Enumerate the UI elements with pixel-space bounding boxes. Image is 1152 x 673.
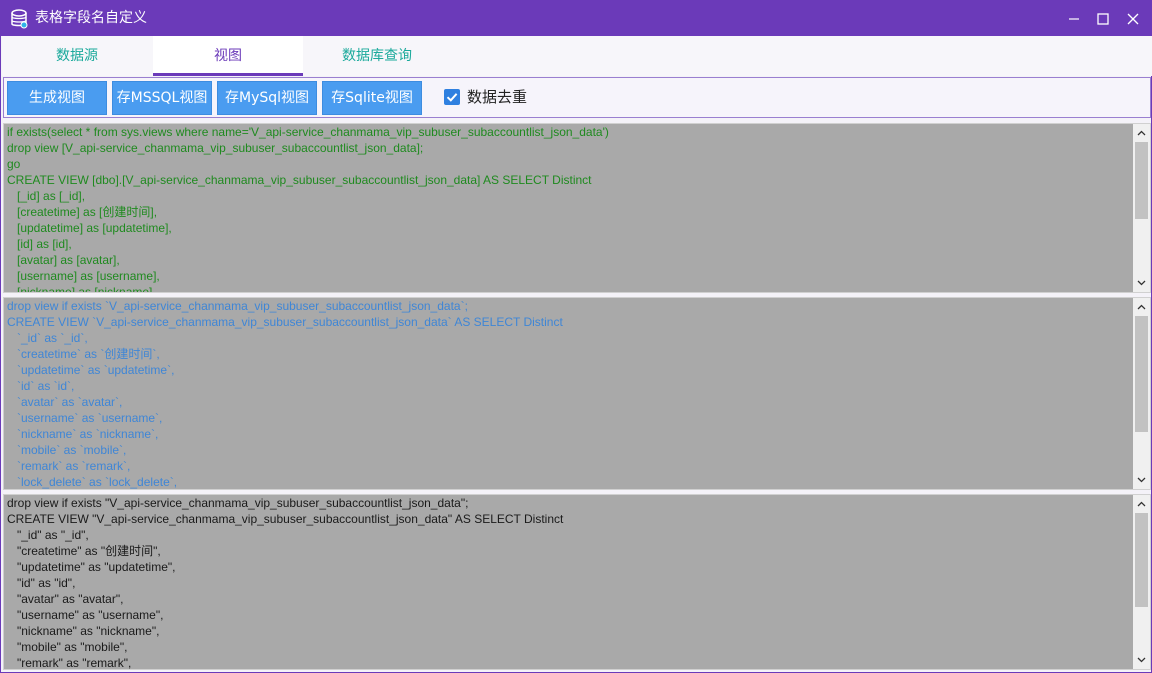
code-line: drop view [V_api-service_chanmama_vip_su… <box>7 141 424 155</box>
mssql-code-text[interactable]: if exists(select * from sys.views where … <box>7 124 1132 292</box>
mssql-scroll-thumb[interactable] <box>1135 142 1148 219</box>
tab-bar: 数据源 视图 数据库查询 <box>2 36 1152 76</box>
toolbar: 生成视图 存MSSQL视图 存MySql视图 存Sqlite视图 数据去重 <box>3 77 1151 118</box>
code-line: "mobile" as "mobile", <box>7 640 128 654</box>
app-window: 表格字段名自定义 数据源 视图 数据库查询 生成视图 存MSSQL视图 存MyS… <box>0 0 1152 673</box>
chevron-up-icon[interactable] <box>1133 125 1150 141</box>
code-line: "updatetime" as "updatetime", <box>7 560 176 574</box>
mysql-scrollbar[interactable] <box>1133 298 1150 489</box>
minimize-icon <box>1069 17 1079 20</box>
code-line: CREATE VIEW [dbo].[V_api-service_chanmam… <box>7 173 592 187</box>
code-line: drop view if exists "V_api-service_chanm… <box>7 496 469 510</box>
code-line: [createtime] as [创建时间], <box>7 205 158 219</box>
maximize-icon <box>1097 12 1109 25</box>
code-line: "remark" as "remark", <box>7 656 132 669</box>
close-icon <box>1127 13 1139 24</box>
sqlite-code-text[interactable]: drop view if exists "V_api-service_chanm… <box>7 495 1132 669</box>
chevron-down-icon[interactable] <box>1133 652 1150 668</box>
dedupe-label[interactable]: 数据去重 <box>467 87 527 107</box>
code-line: [updatetime] as [updatetime], <box>7 221 172 235</box>
sqlite-scroll-thumb[interactable] <box>1135 513 1148 607</box>
generate-view-button[interactable]: 生成视图 <box>7 81 107 115</box>
sqlite-scrollbar[interactable] <box>1133 495 1150 669</box>
title-bar[interactable]: 表格字段名自定义 <box>1 1 1152 36</box>
save-sqlite-view-button[interactable]: 存Sqlite视图 <box>322 81 422 115</box>
code-line: "createtime" as "创建时间", <box>7 544 161 558</box>
checkmark-icon <box>446 93 458 102</box>
code-line: [nickname] as [nickname], <box>7 285 156 292</box>
code-line: `createtime` as `创建时间`, <box>7 347 160 361</box>
maximize-button[interactable] <box>1086 1 1120 36</box>
code-line: [username] as [username], <box>7 269 160 283</box>
mysql-code-text[interactable]: drop view if exists `V_api-service_chanm… <box>7 298 1132 489</box>
code-line: `lock_delete` as `lock_delete`, <box>7 475 178 489</box>
sqlite-code-editor[interactable]: drop view if exists "V_api-service_chanm… <box>3 494 1151 670</box>
code-line: "_id" as "_id", <box>7 528 89 542</box>
code-line: `nickname` as `nickname`, <box>7 427 159 441</box>
code-line: `updatetime` as `updatetime`, <box>7 363 175 377</box>
chevron-up-icon[interactable] <box>1133 299 1150 315</box>
code-line: "id" as "id", <box>7 576 76 590</box>
code-line: `username` as `username`, <box>7 411 163 425</box>
code-line: drop view if exists `V_api-service_chanm… <box>7 299 468 313</box>
database-icon <box>10 9 28 29</box>
mysql-scroll-thumb[interactable] <box>1135 316 1148 432</box>
code-line: CREATE VIEW "V_api-service_chanmama_vip_… <box>7 512 564 526</box>
tab-view[interactable]: 视图 <box>153 36 303 76</box>
code-line: "nickname" as "nickname", <box>7 624 160 638</box>
code-line: CREATE VIEW `V_api-service_chanmama_vip_… <box>7 315 563 329</box>
code-line: go <box>7 157 21 171</box>
window-title: 表格字段名自定义 <box>35 10 147 26</box>
mssql-scrollbar[interactable] <box>1133 124 1150 292</box>
code-line: `id` as `id`, <box>7 379 75 393</box>
code-line: [id] as [id], <box>7 237 72 251</box>
code-line: [_id] as [_id], <box>7 189 86 203</box>
chevron-up-icon[interactable] <box>1133 496 1150 512</box>
mysql-code-editor[interactable]: drop view if exists `V_api-service_chanm… <box>3 297 1151 490</box>
code-line: [avatar] as [avatar], <box>7 253 120 267</box>
dedupe-checkbox[interactable] <box>444 89 460 105</box>
code-line: `mobile` as `mobile`, <box>7 443 127 457</box>
code-line: `remark` as `remark`, <box>7 459 131 473</box>
code-line: "username" as "username", <box>7 608 164 622</box>
chevron-down-icon[interactable] <box>1133 275 1150 291</box>
mssql-code-editor[interactable]: if exists(select * from sys.views where … <box>3 123 1151 293</box>
chevron-down-icon[interactable] <box>1133 472 1150 488</box>
save-mssql-view-button[interactable]: 存MSSQL视图 <box>112 81 212 115</box>
save-mysql-view-button[interactable]: 存MySql视图 <box>217 81 317 115</box>
code-line: "avatar" as "avatar", <box>7 592 124 606</box>
tab-db-query[interactable]: 数据库查询 <box>302 36 452 76</box>
code-line: `avatar` as `avatar`, <box>7 395 123 409</box>
tab-datasource[interactable]: 数据源 <box>2 36 152 76</box>
close-button[interactable] <box>1116 1 1150 36</box>
code-line: `_id` as `_id`, <box>7 331 88 345</box>
code-line: if exists(select * from sys.views where … <box>7 125 609 139</box>
